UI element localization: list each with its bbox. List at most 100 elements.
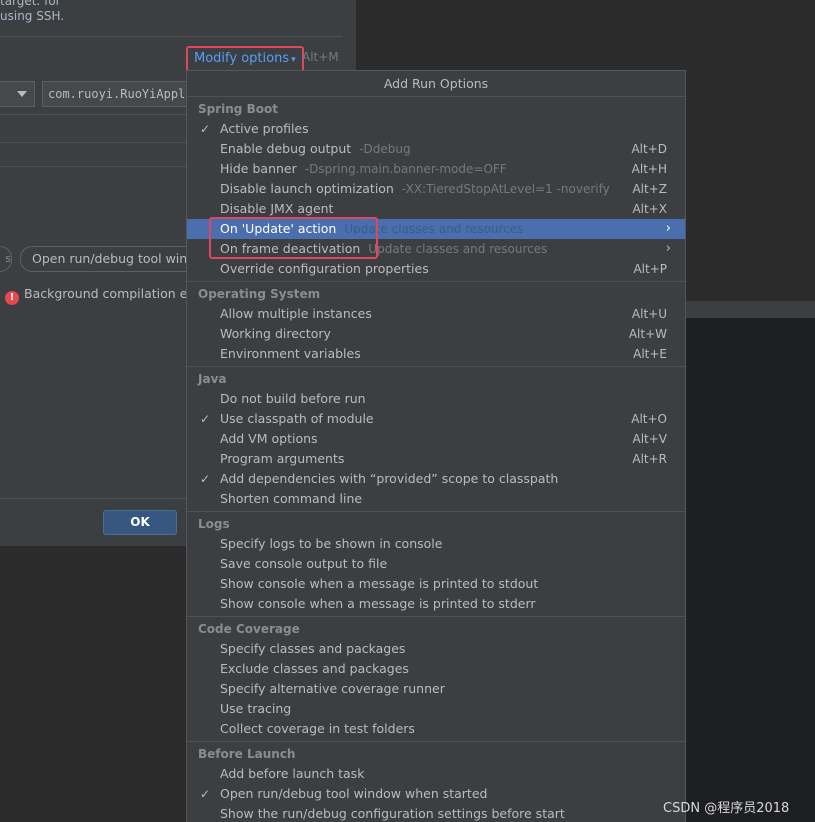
menu-item[interactable]: Specify alternative coverage runner	[187, 679, 685, 699]
option-group: Operating System Allow multiple instances…	[187, 284, 685, 367]
menu-item-shortcut: Alt+O	[631, 412, 667, 426]
menu-item-label: Disable launch optimization	[220, 181, 394, 196]
warning-text: Background compilation en	[24, 286, 196, 301]
menu-item-label: Exclude classes and packages	[220, 661, 409, 676]
menu-item-label: Allow multiple instances	[220, 306, 372, 321]
menu-item-label: Specify classes and packages	[220, 641, 406, 656]
menu-item-shortcut: Alt+D	[631, 142, 667, 156]
modify-options-shortcut: Alt+M	[302, 50, 339, 64]
menu-item-hint: -Dspring.main.banner-mode=OFF	[304, 162, 507, 176]
menu-item-label: Working directory	[220, 326, 331, 341]
menu-item-label: Show console when a message is printed t…	[220, 576, 539, 591]
menu-item-label: Use classpath of module	[220, 411, 374, 426]
menu-item-label: Do not build before run	[220, 391, 366, 406]
menu-item-shortcut: Alt+X	[632, 202, 667, 216]
menu-item[interactable]: Disable launch optimization -XX:TieredSto…	[187, 179, 685, 199]
group-title: Code Coverage	[198, 622, 300, 636]
checkmark-icon: ✓	[200, 472, 211, 486]
watermark: CSDN @程序员2018	[663, 801, 790, 816]
dropdown-arrow-icon	[17, 91, 27, 97]
chevron-down-icon: ▾	[291, 55, 296, 65]
ide-toolbar-strip	[686, 300, 815, 319]
divider	[0, 142, 186, 143]
menu-item-label: Save console output to file	[220, 556, 388, 571]
menu-item-label: Use tracing	[220, 701, 292, 716]
menu-item-shortcut: Alt+H	[631, 162, 667, 176]
menu-item-label: Show console when a message is printed t…	[220, 596, 536, 611]
ide-editor-area	[686, 318, 815, 822]
menu-item-label: Enable debug output	[220, 141, 352, 156]
menu-item-label: Disable JMX agent	[220, 201, 334, 216]
warning-message: ! Background compilation en	[5, 286, 195, 305]
menu-item[interactable]: Specify logs to be shown in console	[187, 534, 685, 554]
menu-item-label: Specify alternative coverage runner	[220, 681, 445, 696]
option-group: Logs Specify logs to be shown in console S…	[187, 514, 685, 617]
checkmark-icon: ✓	[200, 122, 211, 136]
menu-item-hint: -Ddebug	[359, 142, 411, 156]
menu-item-label: Show the run/debug configuration setting…	[220, 806, 565, 821]
menu-item[interactable]: Program arguments Alt+R	[187, 449, 685, 469]
menu-item[interactable]: Allow multiple instances Alt+U	[187, 304, 685, 324]
menu-item-hint: Update classes and resources	[368, 242, 548, 256]
menu-item[interactable]: Shorten command line	[187, 489, 685, 509]
menu-item-label: Shorten command line	[220, 491, 363, 506]
group-title: Logs	[198, 517, 230, 531]
menu-item-label: Environment variables	[220, 346, 361, 361]
menu-item[interactable]: Show console when a message is printed t…	[187, 574, 685, 594]
menu-item-label: Open run/debug tool window when started	[220, 786, 488, 801]
menu-item-shortcut: Alt+V	[632, 432, 667, 446]
menu-item[interactable]: Hide banner -Dspring.main.banner-mode=OFF…	[187, 159, 685, 179]
menu-item[interactable]: ✓ Use classpath of module Alt+O	[187, 409, 685, 429]
menu-item[interactable]: ✓ Open run/debug tool window when started	[187, 784, 685, 804]
option-chip[interactable]: s	[0, 246, 12, 272]
option-group: Code Coverage Specify classes and package…	[187, 619, 685, 742]
checkmark-icon: ✓	[200, 412, 211, 426]
divider	[0, 166, 186, 167]
jdk-combobox[interactable]	[0, 81, 35, 107]
menu-item[interactable]: ✓ Active profiles	[187, 119, 685, 139]
ok-button[interactable]: OK	[103, 510, 177, 535]
menu-item[interactable]: Save console output to file	[187, 554, 685, 574]
screenshot-root: target. for using SSH. Modify options ▾ A…	[0, 0, 815, 822]
error-icon: !	[5, 291, 19, 305]
menu-item-label: Hide banner	[220, 161, 297, 176]
description-line: using SSH.	[0, 9, 65, 23]
menu-item-label: Active profiles	[220, 121, 309, 136]
checkmark-icon: ✓	[200, 787, 211, 801]
group-title: Java	[198, 372, 227, 386]
menu-item-shortcut: Alt+P	[633, 262, 667, 276]
menu-item[interactable]: Add VM options Alt+V	[187, 429, 685, 449]
menu-item-label: Override configuration properties	[220, 261, 429, 276]
menu-item[interactable]: Environment variables Alt+E	[187, 344, 685, 364]
description-text: target. for using SSH.	[0, 0, 340, 24]
menu-item[interactable]: Enable debug output -Ddebug Alt+D	[187, 139, 685, 159]
menu-item[interactable]: Do not build before run	[187, 389, 685, 409]
menu-item[interactable]: Disable JMX agent Alt+X	[187, 199, 685, 219]
modify-options-link[interactable]: Modify options ▾	[186, 46, 304, 72]
group-title: Operating System	[198, 287, 321, 301]
menu-item[interactable]: Working directory Alt+W	[187, 324, 685, 344]
open-tool-window-chip-label: Open run/debug tool windo	[32, 251, 203, 266]
menu-item[interactable]: ✓ Add dependencies with “provided” scope …	[187, 469, 685, 489]
menu-item-shortcut: Alt+W	[628, 327, 667, 341]
add-run-options-popup: Add Run Options Spring Boot ✓ Active profi…	[186, 70, 686, 822]
menu-item-shortcut: Alt+R	[632, 452, 667, 466]
menu-item[interactable]: Show console when a message is printed t…	[187, 594, 685, 614]
menu-item[interactable]: Add before launch task	[187, 764, 685, 784]
group-title: Spring Boot	[198, 102, 278, 116]
menu-item-shortcut: Alt+E	[633, 347, 667, 361]
description-line: target. for	[0, 0, 61, 8]
menu-item-shortcut: Alt+U	[631, 307, 667, 321]
main-class-field[interactable]: com.ruoyi.RuoYiAppli	[42, 81, 209, 107]
chevron-right-icon: ›	[665, 221, 671, 236]
option-group: Java Do not build before run ✓ Use classpat…	[187, 369, 685, 512]
menu-item-shortcut: Alt+Z	[632, 182, 667, 196]
group-title: Before Launch	[198, 747, 296, 761]
menu-item-label: Program arguments	[220, 451, 345, 466]
menu-item[interactable]: Specify classes and packages	[187, 639, 685, 659]
menu-item[interactable]: Collect coverage in test folders	[187, 719, 685, 739]
menu-item[interactable]: Show the run/debug configuration setting…	[187, 804, 685, 822]
menu-item[interactable]: Override configuration properties Alt+P	[187, 259, 685, 279]
menu-item[interactable]: Exclude classes and packages	[187, 659, 685, 679]
menu-item[interactable]: Use tracing	[187, 699, 685, 719]
